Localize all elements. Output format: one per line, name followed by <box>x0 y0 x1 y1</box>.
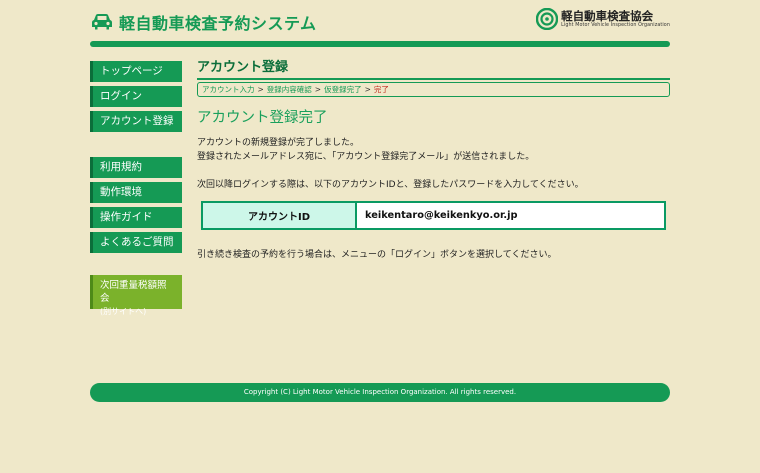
message-email-sent: 登録されたメールアドレス宛に、「アカウント登録完了メール」が送信されました。 <box>197 152 535 162</box>
site-title[interactable]: 軽自動車検査予約システム <box>90 8 317 36</box>
sidebar-item-login[interactable]: ログイン <box>90 86 182 107</box>
org-subtitle: Light Motor Vehicle Inspection Organizat… <box>561 22 670 28</box>
breadcrumb-item-confirm[interactable]: 登録内容確認 <box>267 85 312 94</box>
message-registration-complete: アカウントの新規登録が完了しました。 <box>197 138 360 148</box>
sidebar-item-top[interactable]: トップページ <box>90 61 182 82</box>
breadcrumb-separator: > <box>257 85 264 94</box>
weight-tax-label: 次回重量税額照会 <box>100 280 167 304</box>
car-icon <box>92 14 112 30</box>
page-title: アカウント登録 <box>197 58 670 80</box>
breadcrumb-item-provisional[interactable]: 仮登録完了 <box>324 85 362 94</box>
account-id-label: アカウントID <box>202 202 357 229</box>
message-next-step: 引き続き検査の予約を行う場合は、メニューの「ログイン」ボタンを選択してください。 <box>197 250 557 260</box>
footer-copyright: Copyright (C) Light Motor Vehicle Inspec… <box>90 383 670 402</box>
main-content: アカウント登録 アカウント入力 > 登録内容確認 > 仮登録完了 > 完了 アカウント登録完… <box>197 58 670 262</box>
sidebar-item-faq[interactable]: よくあるご質問 <box>90 232 182 253</box>
sidebar-item-account-register[interactable]: アカウント登録 <box>90 111 182 132</box>
sidebar-item-terms[interactable]: 利用規約 <box>90 157 182 178</box>
message-login-instruction: 次回以降ログインする際は、以下のアカウントIDと、登録したパスワードを入力してく… <box>197 180 584 190</box>
sidebar-item-environment[interactable]: 動作環境 <box>90 182 182 203</box>
table-row: アカウントID keikentaro@keikenkyo.or.jp <box>202 202 665 229</box>
site-title-text: 軽自動車検査予約システム <box>119 14 317 33</box>
header: 軽自動車検査予約システム 軽自動車検査協会 Light Motor Vehicl… <box>90 8 670 36</box>
breadcrumb-separator: > <box>364 85 371 94</box>
org-name: 軽自動車検査協会 <box>561 8 654 23</box>
sidebar-item-weight-tax-inquiry[interactable]: 次回重量税額照会 (別サイトへ) <box>90 275 182 316</box>
org-logo[interactable]: 軽自動車検査協会 Light Motor Vehicle Inspection … <box>536 8 670 30</box>
breadcrumb-item-account-input[interactable]: アカウント入力 <box>202 85 255 94</box>
account-id-value: keikentaro@keikenkyo.or.jp <box>356 202 665 229</box>
external-site-note: (別サイトへ) <box>100 307 147 316</box>
breadcrumb-separator: > <box>314 85 322 94</box>
header-divider-bar <box>90 41 670 47</box>
account-info-table: アカウントID keikentaro@keikenkyo.or.jp <box>201 201 666 230</box>
sidebar-nav: トップページ ログイン アカウント登録 利用規約 動作環境 操作ガイド よくある… <box>90 61 182 316</box>
org-mark-icon <box>536 8 559 30</box>
breadcrumb-item-complete: 完了 <box>373 85 389 94</box>
sidebar-item-guide[interactable]: 操作ガイド <box>90 207 182 228</box>
breadcrumb: アカウント入力 > 登録内容確認 > 仮登録完了 > 完了 <box>197 82 670 97</box>
completion-heading: アカウント登録完了 <box>197 110 328 126</box>
